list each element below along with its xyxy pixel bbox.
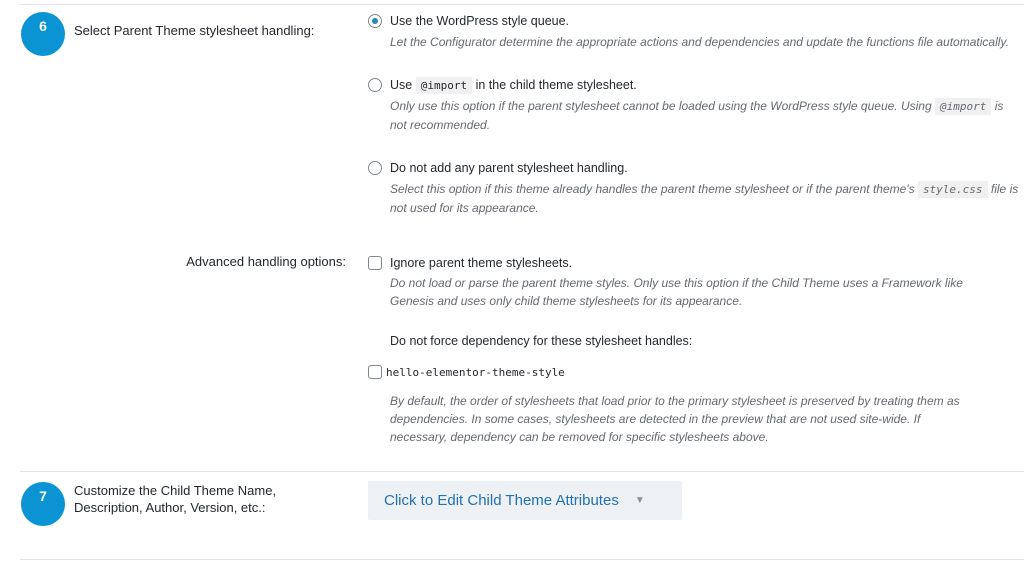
step-6-label: Select Parent Theme stylesheet handling: [74, 23, 315, 38]
top-divider [20, 4, 1024, 5]
advanced-handling-label: Advanced handling options: [186, 254, 346, 269]
option-wp-style-queue-desc: Let the Configurator determine the appro… [390, 35, 1009, 49]
radio-wp-style-queue[interactable] [368, 14, 382, 28]
option-import-title: Use @import in the child theme styleshee… [390, 77, 637, 94]
option-import-desc-pre: Only use this option if the parent style… [390, 99, 932, 113]
option-import-title-pre: Use [390, 78, 413, 92]
ignore-parent-checkbox[interactable] [368, 256, 382, 270]
dependency-heading: Do not force dependency for these styles… [390, 334, 693, 348]
option-wp-style-queue-title: Use the WordPress style queue. [390, 14, 570, 28]
step-7-label-line1: Customize the Child Theme Name, [74, 483, 277, 498]
bottom-divider [20, 559, 1024, 560]
step-7-number: 7 [39, 488, 47, 504]
option-no-handling-desc-code: style.css [917, 181, 988, 198]
edit-child-theme-attributes-label: Click to Edit Child Theme Attributes [384, 492, 619, 509]
handle-checkbox[interactable] [368, 365, 382, 379]
step-7-badge: 7 [21, 482, 65, 526]
option-no-handling-title: Do not add any parent stylesheet handlin… [390, 161, 628, 175]
radio-no-parent-handling[interactable] [368, 161, 382, 175]
edit-child-theme-attributes-button[interactable]: Click to Edit Child Theme Attributes ▼ [368, 481, 682, 520]
option-import-desc-code: @import [935, 98, 992, 115]
step-6-badge: 6 [21, 12, 65, 56]
step-6-number: 6 [39, 18, 47, 34]
step-7-label-line2: Description, Author, Version, etc.: [74, 500, 266, 515]
radio-import[interactable] [368, 78, 382, 92]
option-no-handling-desc-pre: Select this option if this theme already… [390, 182, 915, 196]
dependency-desc: By default, the order of stylesheets tha… [390, 394, 960, 444]
option-import-desc: Only use this option if the parent style… [390, 97, 1022, 134]
mid-divider [20, 471, 1024, 472]
ignore-parent-title: Ignore parent theme stylesheets. [390, 256, 573, 270]
handle-name: hello-elementor-theme-style [386, 366, 565, 379]
step-7-label: Customize the Child Theme Name, Descript… [74, 482, 276, 516]
option-import-title-code: @import [415, 77, 473, 94]
caret-down-icon: ▼ [634, 495, 645, 506]
option-import-title-post: in the child theme stylesheet. [475, 78, 637, 92]
option-no-handling-desc: Select this option if this theme already… [390, 180, 1022, 217]
ignore-parent-desc: Do not load or parse the parent theme st… [390, 276, 963, 308]
